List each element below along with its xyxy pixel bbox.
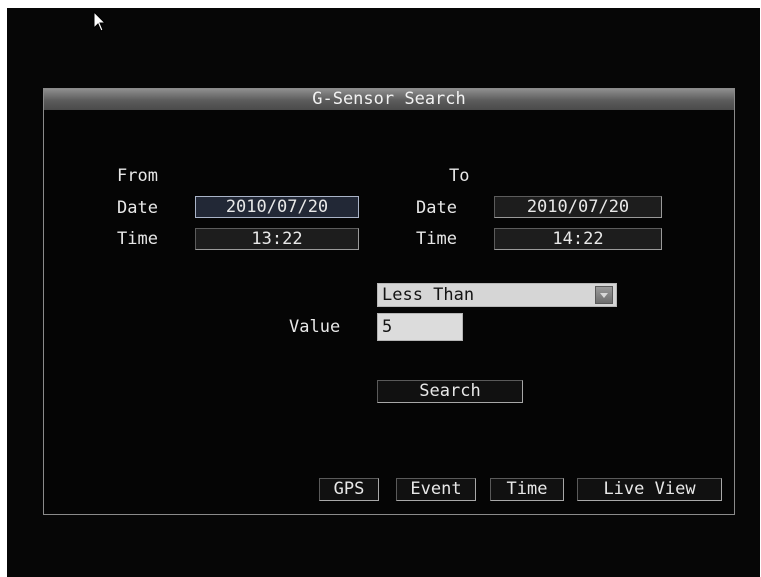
to-date-label: Date bbox=[416, 198, 457, 218]
to-time-label: Time bbox=[416, 229, 457, 249]
window-title: G-Sensor Search bbox=[44, 89, 734, 110]
to-date-field[interactable]: 2010/07/20 bbox=[494, 196, 662, 218]
gps-button[interactable]: GPS bbox=[319, 478, 379, 501]
dropdown-arrow-icon[interactable] bbox=[595, 286, 613, 304]
event-button[interactable]: Event bbox=[396, 478, 476, 501]
live-view-button[interactable]: Live View bbox=[577, 478, 722, 501]
value-label: Value bbox=[289, 317, 341, 337]
time-button[interactable]: Time bbox=[490, 478, 564, 501]
from-time-label: Time bbox=[117, 229, 158, 249]
from-date-label: Date bbox=[117, 198, 158, 218]
mouse-pointer-icon bbox=[93, 11, 107, 32]
value-input[interactable]: 5 bbox=[377, 313, 463, 341]
to-time-field[interactable]: 14:22 bbox=[494, 228, 662, 250]
from-heading: From bbox=[117, 166, 158, 186]
dvr-screen: G-Sensor Search From Date 2010/07/20 Tim… bbox=[7, 8, 760, 577]
from-time-field[interactable]: 13:22 bbox=[195, 228, 359, 250]
condition-selected-value: Less Than bbox=[382, 285, 475, 305]
search-button[interactable]: Search bbox=[377, 380, 523, 403]
condition-select[interactable]: Less Than bbox=[377, 283, 617, 307]
g-sensor-search-window: G-Sensor Search From Date 2010/07/20 Tim… bbox=[43, 88, 735, 515]
to-heading: To bbox=[449, 166, 470, 186]
from-date-field[interactable]: 2010/07/20 bbox=[195, 196, 359, 218]
